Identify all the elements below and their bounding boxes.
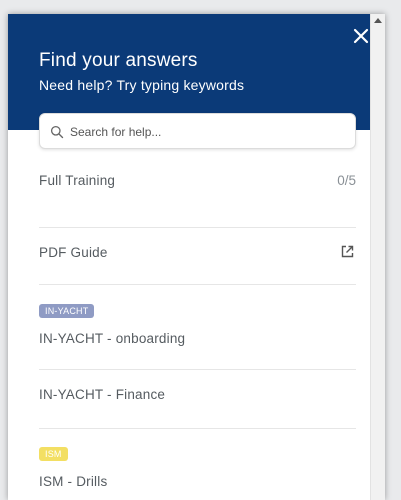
category-badge: IN-YACHT [39,304,95,318]
divider [39,369,356,370]
divider [39,227,356,228]
search-box[interactable] [39,113,356,149]
close-icon [353,28,369,44]
help-title: Find your answers [39,50,198,71]
item-label: ISM - Drills [39,474,108,489]
scroll-up-arrow-icon[interactable] [374,18,382,23]
item-ism-drills[interactable]: ISM ISM - Drills [39,444,356,489]
item-full-training[interactable]: Full Training 0/5 [39,173,356,188]
scrollbar[interactable] [370,14,385,500]
progress-count: 0/5 [337,173,356,188]
divider [39,428,356,429]
help-subtitle: Need help? Try typing keywords [39,77,245,93]
item-label: Full Training [39,173,116,188]
search-icon [50,125,64,139]
item-pdf-guide[interactable]: PDF Guide [39,245,356,260]
close-button[interactable] [351,26,371,46]
item-in-yacht-onboarding[interactable]: IN-YACHT IN-YACHT - onboarding [39,301,356,346]
external-link-icon [341,245,354,258]
item-label: IN-YACHT - onboarding [39,331,186,346]
category-badge: ISM [39,447,68,461]
item-label: PDF Guide [39,245,108,260]
help-panel: Find your answers Need help? Try typing … [8,14,385,500]
item-label: IN-YACHT - Finance [39,387,166,402]
search-input[interactable] [68,120,352,144]
item-in-yacht-finance[interactable]: IN-YACHT - Finance [39,387,356,402]
divider [39,284,356,285]
